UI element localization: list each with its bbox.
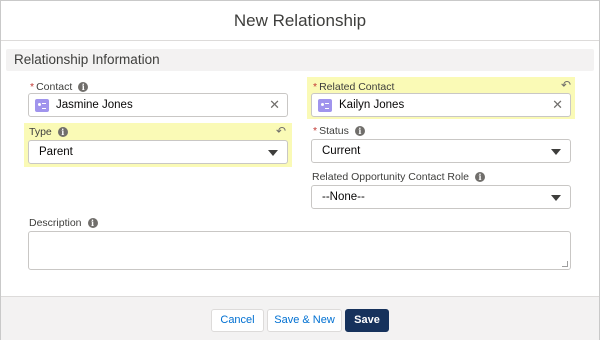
save-button[interactable]: Save <box>345 309 389 332</box>
description-label-text: Description <box>29 217 82 229</box>
role-label-text: Related Opportunity Contact Role <box>312 171 470 183</box>
info-icon[interactable]: i <box>475 172 486 182</box>
description-textarea[interactable] <box>28 231 571 270</box>
role-field: Related Opportunity Contact Role i --None… <box>311 171 571 211</box>
type-field: Type i ↶ Parent <box>24 123 292 167</box>
modal-footer: Cancel Save & New Save <box>1 296 599 340</box>
type-label-text: Type <box>29 126 52 138</box>
status-value: Current <box>322 145 361 157</box>
info-icon[interactable]: i <box>354 126 365 136</box>
status-label-text: Status <box>319 125 349 137</box>
clear-icon[interactable]: ✕ <box>269 97 280 113</box>
type-value: Parent <box>39 146 73 158</box>
related-contact-lookup[interactable]: Kailyn Jones ✕ <box>311 93 571 117</box>
chevron-down-icon <box>551 149 561 155</box>
role-select[interactable]: --None-- <box>311 185 571 209</box>
info-icon[interactable]: i <box>78 82 89 92</box>
modal-header: New Relationship <box>1 1 599 41</box>
undo-icon[interactable]: ↶ <box>561 78 571 92</box>
save-and-new-button[interactable]: Save & New <box>267 309 342 332</box>
chevron-down-icon <box>551 195 561 201</box>
section-header[interactable]: Relationship Information <box>6 49 594 71</box>
related-contact-label: * Related Contact <box>313 81 394 93</box>
contact-value: Jasmine Jones <box>56 99 133 111</box>
type-label: Type i <box>29 126 68 138</box>
new-relationship-modal: New Relationship Relationship Informatio… <box>0 0 600 340</box>
status-select[interactable]: Current <box>311 139 571 163</box>
status-field: * Status i Current <box>311 125 571 165</box>
contact-icon <box>35 99 49 112</box>
contact-icon <box>318 99 332 112</box>
required-marker: * <box>313 125 318 137</box>
related-contact-label-text: Related Contact <box>319 81 395 93</box>
role-label: Related Opportunity Contact Role i <box>312 171 486 183</box>
chevron-down-icon <box>268 150 278 156</box>
contact-field: * Contact i Jasmine Jones ✕ <box>28 79 288 119</box>
type-select[interactable]: Parent <box>28 140 288 164</box>
role-value: --None-- <box>322 191 365 203</box>
modal-title: New Relationship <box>233 11 367 30</box>
contact-label-text: Contact <box>36 81 73 93</box>
clear-icon[interactable]: ✕ <box>552 97 563 113</box>
related-contact-field: * Related Contact ↶ Kailyn Jones ✕ <box>307 77 575 119</box>
info-icon[interactable]: i <box>57 127 68 137</box>
required-marker: * <box>313 81 318 93</box>
cancel-button[interactable]: Cancel <box>211 309 264 332</box>
related-contact-value: Kailyn Jones <box>339 99 405 111</box>
contact-lookup[interactable]: Jasmine Jones ✕ <box>28 93 288 117</box>
status-label: * Status i <box>313 125 365 137</box>
required-marker: * <box>30 81 35 93</box>
section-title: Relationship Information <box>14 52 160 67</box>
undo-icon[interactable]: ↶ <box>276 124 286 138</box>
resize-handle[interactable] <box>562 261 568 267</box>
contact-label: * Contact i <box>30 81 89 93</box>
description-label: Description i <box>29 217 98 229</box>
info-icon[interactable]: i <box>87 218 98 228</box>
